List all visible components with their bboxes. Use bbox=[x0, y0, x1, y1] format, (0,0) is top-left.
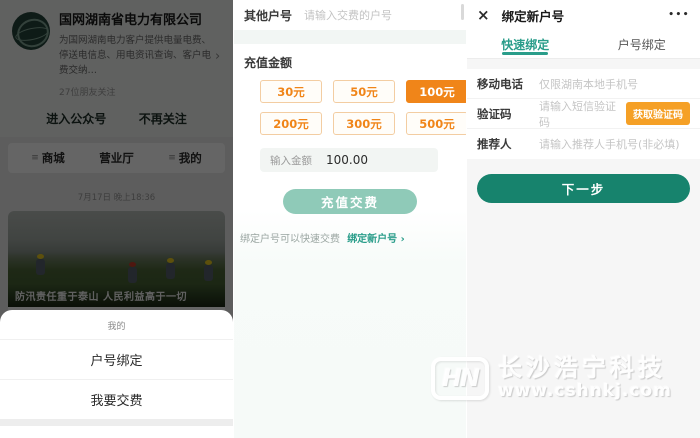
mobile-phone-row: 移动电话 仅限湖南本地手机号 bbox=[467, 69, 700, 99]
referrer-input[interactable]: 请输入推荐人手机号(非必填) bbox=[539, 136, 690, 152]
tab-account-bind[interactable]: 户号绑定 bbox=[584, 30, 700, 58]
referrer-label: 推荐人 bbox=[477, 136, 539, 152]
bind-hint-row: 绑定户号可以快速交费 绑定新户号 › bbox=[240, 230, 466, 245]
amount-button-200[interactable]: 200元 bbox=[260, 112, 322, 135]
amount-button-100-selected[interactable]: 100元 bbox=[406, 80, 466, 103]
tab-bar: 快速绑定 户号绑定 bbox=[467, 30, 700, 59]
screen: 国网湖南省电力有限公司 为国网湖南电力客户提供电量电费、停送电信息、用电资讯查询… bbox=[0, 0, 700, 438]
watermark: HN 长沙浩宁科技 www.cshnkj.com bbox=[431, 355, 672, 401]
action-sheet-item-pay[interactable]: 我要交费 bbox=[0, 379, 233, 419]
action-sheet-title: 我的 bbox=[0, 310, 233, 339]
other-account-row: 其他户号 请输入交费的户号 bbox=[234, 0, 466, 30]
amount-options: 30元 50元 100元 200元 300元 500元 bbox=[260, 80, 466, 135]
action-sheet: 我的 户号绑定 我要交费 取消 bbox=[0, 310, 233, 438]
amount-button-30[interactable]: 30元 bbox=[260, 80, 322, 103]
tab-quick-bind[interactable]: 快速绑定 bbox=[467, 30, 584, 58]
action-sheet-cancel-button[interactable]: 取消 bbox=[0, 426, 233, 438]
next-step-button[interactable]: 下一步 bbox=[477, 174, 690, 203]
amount-input-field[interactable]: 100.00 bbox=[326, 153, 368, 167]
mobile-phone-label: 移动电话 bbox=[477, 76, 539, 92]
verification-code-input[interactable]: 请输入短信验证码 bbox=[539, 98, 626, 130]
section-divider bbox=[234, 30, 466, 44]
watermark-url: www.cshnkj.com bbox=[498, 381, 672, 401]
account-number-input[interactable]: 请输入交费的户号 bbox=[304, 7, 392, 23]
amount-input-row: 输入金额 100.00 bbox=[260, 148, 438, 172]
bind-new-account-link[interactable]: 绑定新户号 › bbox=[347, 234, 405, 245]
hn-logo-icon: HN bbox=[431, 357, 489, 400]
bind-hint-text: 绑定户号可以快速交费 bbox=[240, 234, 340, 245]
recharge-pay-button[interactable]: 充值交费 bbox=[283, 189, 417, 214]
amount-button-50[interactable]: 50元 bbox=[333, 80, 395, 103]
amount-button-500[interactable]: 500元 bbox=[406, 112, 466, 135]
panel-official-account: 国网湖南省电力有限公司 为国网湖南电力客户提供电量电费、停送电信息、用电资讯查询… bbox=[0, 0, 233, 438]
action-sheet-item-bind-account[interactable]: 户号绑定 bbox=[0, 339, 233, 379]
recharge-amount-title: 充值金额 bbox=[244, 54, 466, 71]
section-divider bbox=[467, 59, 700, 69]
mobile-phone-input[interactable]: 仅限湖南本地手机号 bbox=[539, 76, 690, 92]
more-menu-icon[interactable]: ••• bbox=[668, 10, 690, 20]
verification-code-row: 验证码 请输入短信验证码 获取验证码 bbox=[467, 99, 700, 129]
amount-button-300[interactable]: 300元 bbox=[333, 112, 395, 135]
referrer-row: 推荐人 请输入推荐人手机号(非必填) bbox=[467, 129, 700, 159]
other-account-label: 其他户号 bbox=[244, 7, 292, 24]
scrollbar[interactable] bbox=[461, 4, 464, 20]
page-header: × 绑定新户号 ••• bbox=[467, 0, 700, 30]
watermark-company-name: 长沙浩宁科技 bbox=[498, 355, 672, 381]
action-sheet-divider bbox=[0, 419, 233, 426]
verification-code-label: 验证码 bbox=[477, 106, 539, 122]
get-code-button[interactable]: 获取验证码 bbox=[626, 102, 690, 125]
amount-input-label: 输入金额 bbox=[270, 153, 312, 168]
bind-form: 移动电话 仅限湖南本地手机号 验证码 请输入短信验证码 获取验证码 推荐人 请输… bbox=[467, 69, 700, 159]
close-icon[interactable]: × bbox=[477, 8, 490, 23]
page-title: 绑定新户号 bbox=[502, 6, 565, 25]
